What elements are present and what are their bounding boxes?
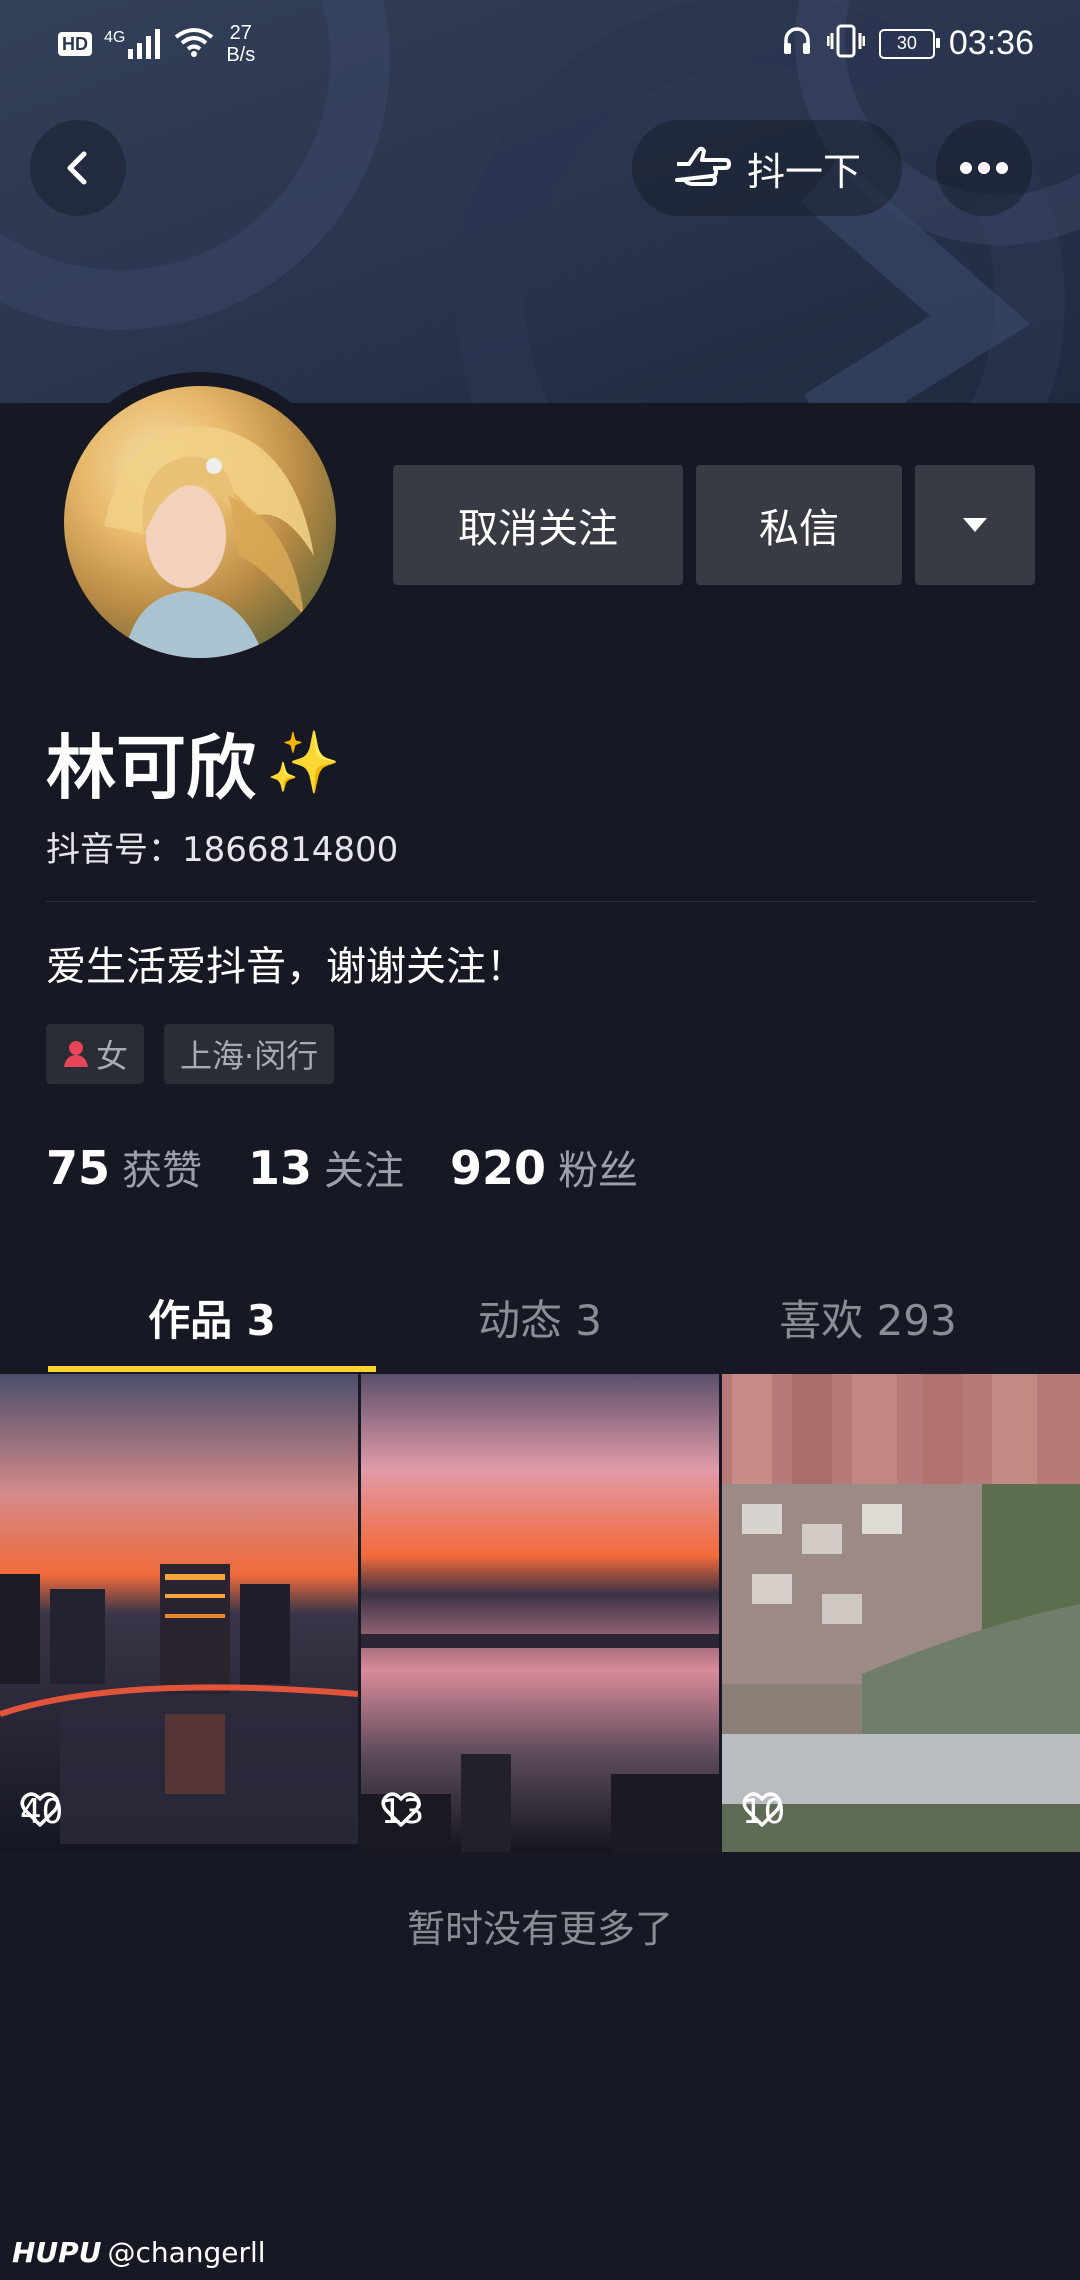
watermark: HUPU @changerll (12, 2236, 266, 2269)
watermark-brand: HUPU (12, 2236, 102, 2269)
stat-followers[interactable]: 920 粉丝 (450, 1138, 638, 1196)
signal-icon: 4G (104, 29, 162, 59)
city-sunset-thumbnail (0, 1374, 358, 1852)
divider (46, 901, 1036, 902)
nickname: 林可欣 ✨ (46, 712, 341, 813)
female-user-icon (64, 1041, 88, 1067)
tab-works[interactable]: 作品 3 (48, 1262, 376, 1372)
video-thumbnail[interactable]: 10 (722, 1374, 1080, 1852)
message-button[interactable]: 私信 (696, 465, 902, 585)
stat-number: 75 (46, 1141, 111, 1195)
avatar-portrait-image (104, 426, 314, 658)
video-thumbnail[interactable]: 40 (0, 1374, 358, 1852)
tab-indicator (48, 1366, 376, 1372)
heart-icon (20, 1792, 60, 1827)
network-speed: 27 B/s (226, 22, 255, 66)
more-dots-icon (960, 162, 1008, 174)
unfollow-label: 取消关注 (458, 506, 618, 552)
battery-level: 30 (896, 33, 917, 53)
gender-label: 女 (96, 1037, 129, 1075)
battery-icon: 30 (878, 28, 940, 59)
message-label: 私信 (759, 506, 839, 552)
stat-following[interactable]: 13 关注 (248, 1138, 404, 1196)
chevron-left-icon (67, 151, 87, 185)
back-button[interactable] (30, 120, 126, 216)
video-grid: 40 13 10 (0, 1374, 1080, 1852)
river-sunset-thumbnail (361, 1374, 719, 1852)
recommend-dropdown-button[interactable] (915, 465, 1035, 585)
headphones-icon (781, 25, 813, 62)
video-likes: 13 (381, 1792, 424, 1832)
shake-label: 抖一下 (746, 149, 861, 194)
wifi-icon (174, 27, 214, 62)
stat-number: 13 (248, 1141, 313, 1195)
heart-icon (742, 1792, 782, 1827)
video-thumbnail[interactable]: 13 (361, 1374, 719, 1852)
tab-likes[interactable]: 喜欢 293 (704, 1262, 1032, 1372)
profile-stats: 75 获赞 13 关注 920 粉丝 (46, 1138, 638, 1196)
network-type: 4G (104, 29, 126, 46)
watermark-user: @changerll (107, 2236, 266, 2269)
tab-updates[interactable]: 动态 3 (376, 1262, 704, 1372)
no-more-content-note: 暂时没有更多了 (406, 1907, 673, 1951)
location-label: 上海·闵行 (180, 1037, 319, 1075)
content-tabs: 作品 3 动态 3 喜欢 293 (0, 1262, 1080, 1372)
status-bar: HD 4G 27 B/s 30 03:36 (0, 0, 1080, 92)
gender-tag: 女 (46, 1024, 145, 1084)
pointing-hand-icon (674, 146, 731, 186)
avatar[interactable] (64, 386, 336, 658)
location-tag: 上海·闵行 (164, 1024, 335, 1084)
stat-label: 获赞 (122, 1148, 203, 1194)
bio: 爱生活爱抖音，谢谢关注！ (46, 944, 526, 990)
heart-icon (381, 1792, 421, 1827)
unfollow-button[interactable]: 取消关注 (393, 465, 683, 585)
stat-label: 关注 (324, 1148, 405, 1194)
video-likes: 10 (742, 1792, 785, 1832)
stat-number: 920 (450, 1141, 547, 1195)
hd-badge: HD (58, 32, 92, 56)
speed-value: 27 (229, 22, 252, 44)
profile-banner: HD 4G 27 B/s 30 03:36 抖一下 (0, 0, 1080, 403)
aerial-town-thumbnail (722, 1374, 1080, 1852)
speed-unit: B/s (226, 44, 256, 66)
vibrate-icon (826, 24, 866, 63)
stat-label: 粉丝 (558, 1148, 639, 1194)
shake-button[interactable]: 抖一下 (632, 120, 902, 216)
clock: 03:36 (948, 24, 1034, 62)
douyin-id: 抖音号：1866814800 (46, 830, 399, 870)
caret-down-icon (963, 518, 987, 532)
video-likes: 40 (20, 1792, 63, 1832)
stat-likes[interactable]: 75 获赞 (46, 1138, 202, 1196)
more-options-button[interactable] (936, 120, 1032, 216)
sparkles-icon: ✨ (266, 728, 341, 798)
nickname-text: 林可欣 (46, 727, 256, 809)
